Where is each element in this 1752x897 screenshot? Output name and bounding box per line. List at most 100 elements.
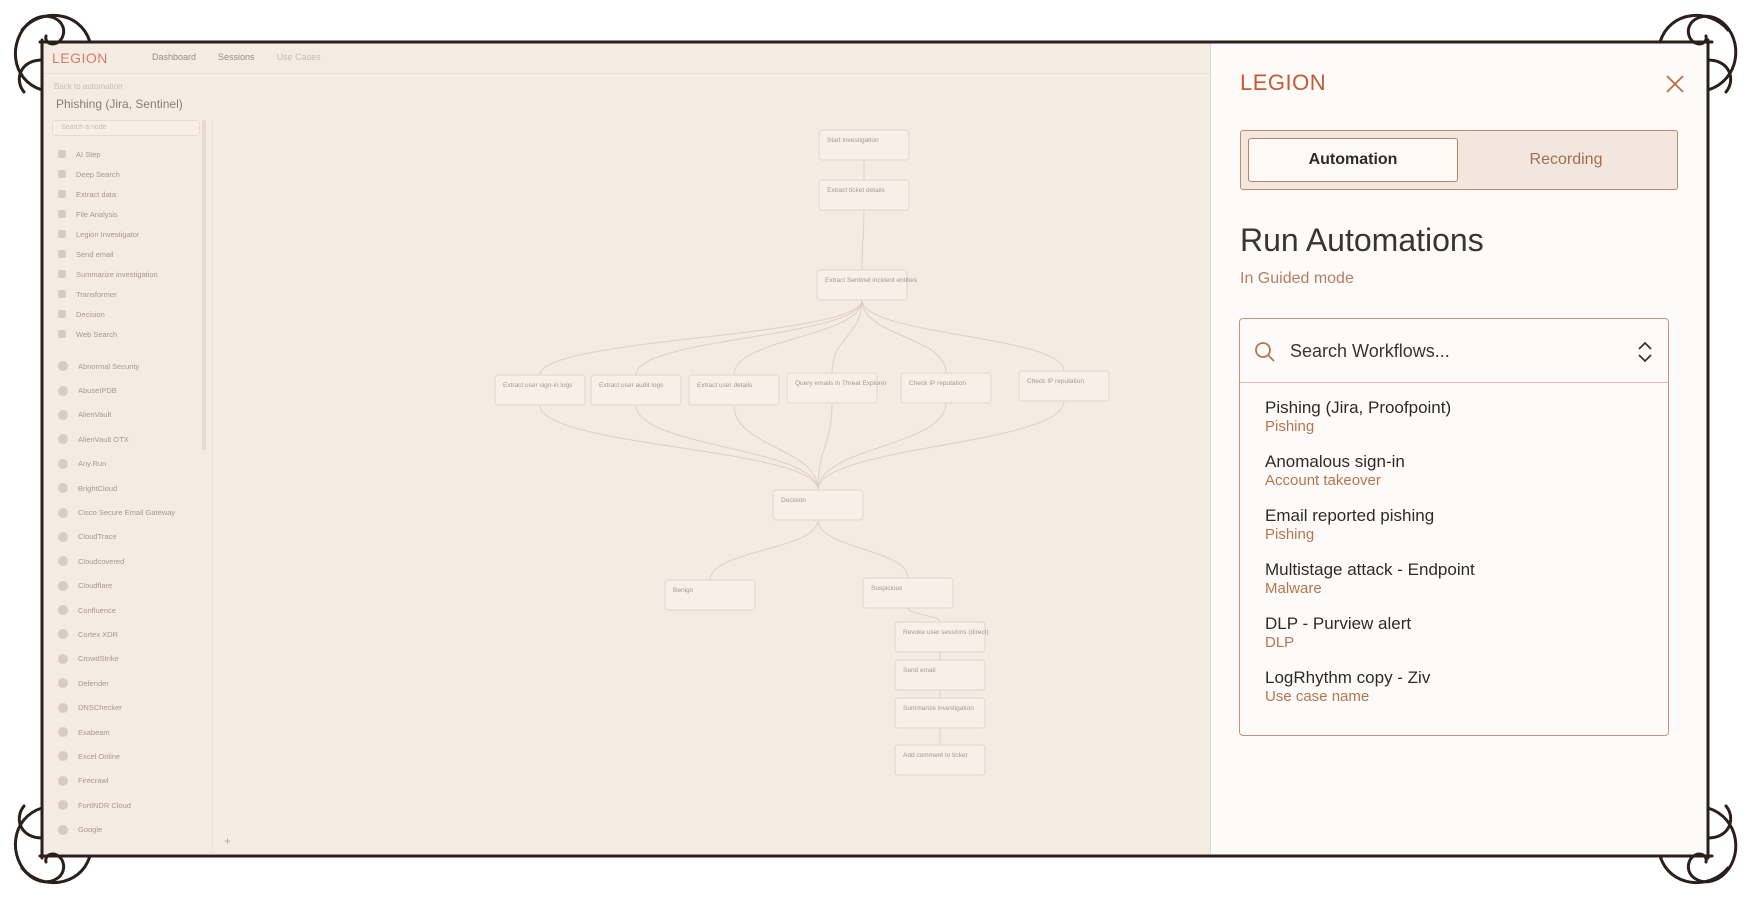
breadcrumb[interactable]: Back to automation — [54, 82, 122, 91]
tab-automation[interactable]: Automation — [1248, 138, 1458, 182]
sidebar-integration-item[interactable]: DNSChecker — [52, 695, 212, 719]
workflow-option[interactable]: Email reported pishing Pishing — [1240, 497, 1668, 551]
step-icon — [58, 310, 66, 318]
workflow-option[interactable]: Multistage attack - Endpoint Malware — [1240, 551, 1668, 605]
sidebar-step-item[interactable]: AI Step — [52, 144, 212, 164]
integration-icon — [58, 556, 68, 567]
sidebar-step-item[interactable]: Summarize investigation — [52, 264, 212, 284]
sidebar-step-item[interactable]: Web Search — [52, 324, 212, 344]
flow-edge — [817, 519, 909, 579]
workflow-option-category: Pishing — [1265, 418, 1315, 435]
sidebar-step-item[interactable]: File Analysis — [52, 204, 212, 224]
sidebar-step-item[interactable]: Extract data — [52, 184, 212, 204]
nav-use-cases[interactable]: Use Cases — [277, 52, 321, 62]
sidebar-step-item[interactable]: Legion Investigator — [52, 224, 212, 244]
workflow-option[interactable]: DLP - Purview alert DLP — [1240, 605, 1668, 659]
sidebar-integration-item[interactable]: Cisco Secure Email Gateway — [52, 500, 212, 524]
sidebar-integration-item[interactable]: Excel Online — [52, 744, 212, 768]
flow-node[interactable]: Extract user audit logs — [590, 374, 682, 406]
workflow-title: Phishing (Jira, Sentinel) — [56, 97, 183, 111]
sidebar-integration-item[interactable]: Cloudflare — [52, 574, 212, 598]
flow-node[interactable]: Extract Sentinel incident entities — [816, 269, 918, 301]
integration-icon — [58, 361, 68, 372]
sidebar-scrollbar[interactable] — [202, 120, 206, 450]
flow-node[interactable]: Add comment to ticket — [894, 744, 986, 776]
flow-node[interactable]: Decision — [772, 489, 864, 521]
flow-edge — [709, 519, 819, 581]
svg-text:Extract user details: Extract user details — [697, 382, 753, 389]
svg-text:Start investigation: Start investigation — [827, 137, 879, 144]
flow-node[interactable]: Send email — [894, 659, 986, 691]
sidebar-integration-item[interactable]: Cloudcovered — [52, 549, 212, 573]
sidebar-integration-item[interactable]: CrowdStrike — [52, 647, 212, 671]
svg-text:Extract user sign-in logs: Extract user sign-in logs — [503, 382, 573, 389]
workflow-canvas[interactable]: Start investigation Extract ticket detail… — [212, 120, 1210, 854]
tab-recording[interactable]: Recording — [1461, 138, 1671, 182]
sidebar-integration-item[interactable]: AlienVault OTX — [52, 427, 212, 451]
nav-sessions[interactable]: Sessions — [218, 52, 255, 62]
workflow-option-category: Malware — [1265, 580, 1322, 597]
svg-text:Check IP reputation: Check IP reputation — [909, 380, 966, 387]
sidebar-integration-item[interactable]: FortiNDR Cloud — [52, 793, 212, 817]
svg-text:Revoke user sessions (direct): Revoke user sessions (direct) — [903, 629, 989, 636]
node-search-input[interactable]: Search a node — [52, 120, 200, 136]
workflow-search-input[interactable] — [1290, 333, 1610, 369]
sidebar-integration-item[interactable]: Cortex XDR — [52, 622, 212, 646]
sidebar-integration-item[interactable]: Abnormal Security — [52, 354, 212, 378]
sidebar-step-item[interactable]: Send email — [52, 244, 212, 264]
flow-node[interactable]: Check IP reputation — [1018, 370, 1110, 402]
panel-logo: LEGION — [1240, 70, 1327, 95]
integration-icon — [58, 702, 68, 713]
flow-node[interactable]: Extract user sign-in logs — [494, 374, 586, 406]
svg-text:Benign: Benign — [673, 587, 694, 594]
workflow-search-row — [1240, 319, 1668, 383]
chevron-up-down-icon[interactable] — [1635, 339, 1655, 365]
flow-node[interactable]: Summarize investigation — [894, 697, 986, 729]
flow-edge — [733, 404, 819, 491]
flow-node[interactable]: Benign — [664, 579, 756, 611]
sidebar-integration-item[interactable]: AlienVault — [52, 403, 212, 427]
flow-node[interactable]: Check IP reputation — [900, 372, 992, 404]
sidebar-step-item[interactable]: Decision — [52, 304, 212, 324]
panel-heading: Run Automations — [1240, 222, 1484, 258]
flow-node[interactable]: Start investigation — [818, 129, 910, 161]
sidebar-integration-item[interactable]: Any.Run — [52, 452, 212, 476]
flow-node[interactable]: Query emails in Threat Explorer — [786, 372, 887, 404]
nav-dashboard[interactable]: Dashboard — [152, 52, 196, 62]
flow-node[interactable]: Extract user details — [688, 374, 780, 406]
workflow-option[interactable]: LogRhythm copy - Ziv Use case name — [1240, 659, 1668, 713]
flow-edge — [635, 404, 819, 491]
flow-node[interactable]: Suspicious — [862, 577, 954, 609]
svg-text:Decision: Decision — [781, 497, 806, 504]
step-icon — [58, 270, 66, 278]
workflow-option[interactable]: Pishing (Jira, Proofpoint) Pishing — [1240, 389, 1668, 443]
integration-icon — [58, 580, 68, 591]
flow-node[interactable]: Extract ticket details — [818, 179, 910, 211]
integration-icon — [58, 434, 68, 445]
add-node-icon[interactable]: + — [224, 834, 231, 848]
sidebar-integration-item[interactable]: Defender — [52, 671, 212, 695]
sidebar-step-item[interactable]: Transformer — [52, 284, 212, 304]
integration-icon — [58, 800, 68, 811]
panel-subheading: In Guided mode — [1240, 270, 1354, 287]
sidebar-integration-item[interactable]: Exabeam — [52, 720, 212, 744]
flow-edge — [733, 299, 863, 376]
sidebar-integration-item[interactable]: CloudTrace — [52, 525, 212, 549]
step-icon — [58, 150, 66, 158]
sidebar-integration-item[interactable]: Confluence — [52, 598, 212, 622]
workflow-option[interactable]: Anomalous sign-in Account takeover — [1240, 443, 1668, 497]
steps-list: AI Step Deep Search Extract data File Analy… — [52, 144, 212, 344]
sidebar-integration-item[interactable]: Firecrawl — [52, 769, 212, 793]
flow-node[interactable]: Revoke user sessions (direct) — [894, 621, 989, 653]
workflow-option-name: Pishing (Jira, Proofpoint) — [1265, 398, 1452, 417]
integration-icon — [58, 385, 68, 396]
sidebar-integration-item[interactable]: BrightCloud — [52, 476, 212, 500]
sidebar-step-item[interactable]: Deep Search — [52, 164, 212, 184]
close-icon[interactable] — [1663, 72, 1687, 96]
workflow-option-name: DLP - Purview alert — [1265, 614, 1412, 633]
sidebar-integration-item[interactable]: AbuseIPDB — [52, 378, 212, 402]
mode-tabs: Automation Recording — [1240, 130, 1678, 190]
flow-edge — [539, 299, 863, 376]
sidebar-integration-item[interactable]: Google — [52, 817, 212, 841]
flow-edge — [861, 299, 1065, 372]
